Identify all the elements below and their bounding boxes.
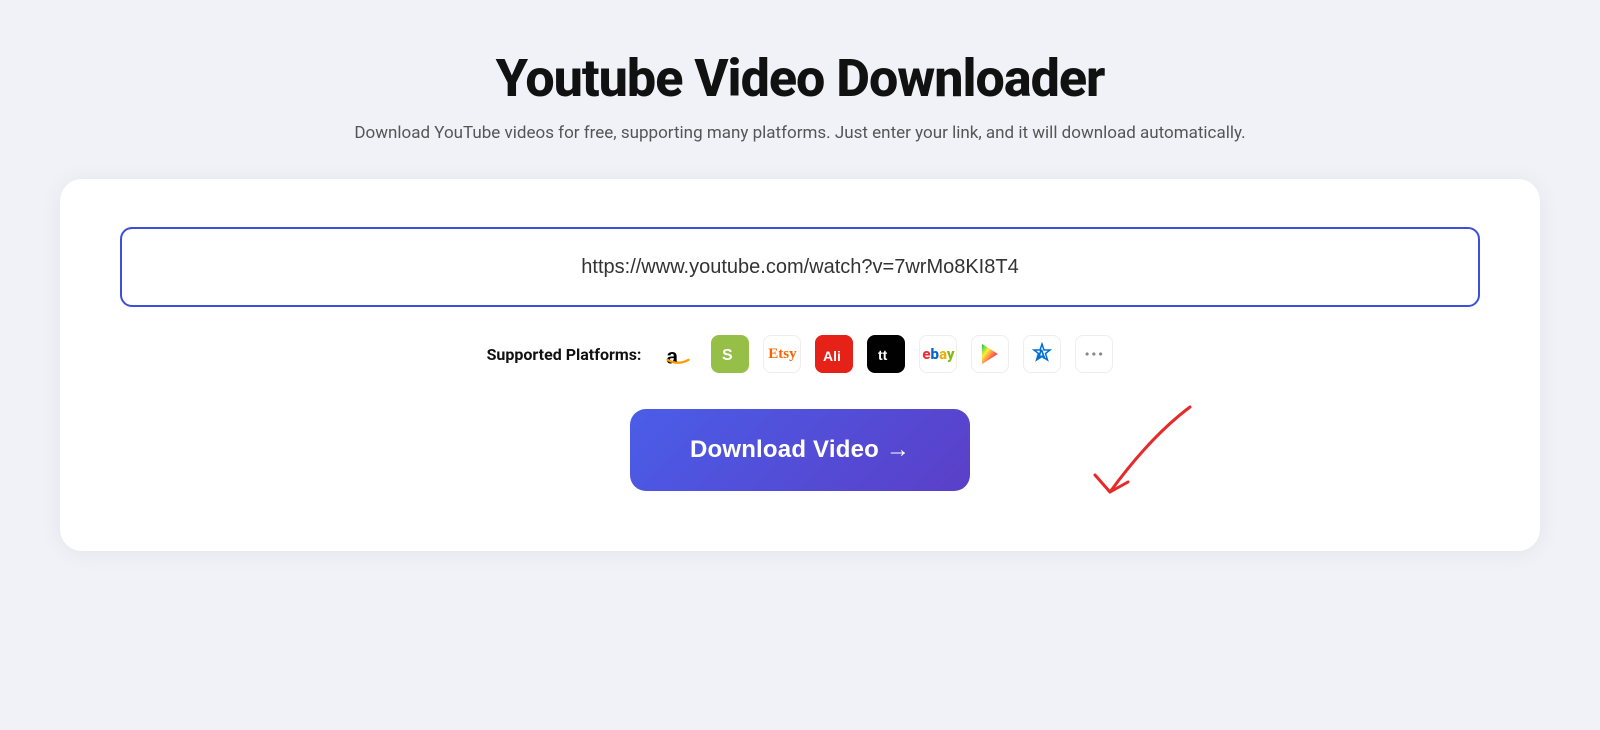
platform-etsy-icon: Etsy	[763, 335, 801, 373]
page-subtitle: Download YouTube videos for free, suppor…	[354, 123, 1245, 143]
svg-text:a: a	[667, 345, 679, 368]
svg-text:A: A	[1037, 348, 1046, 363]
page-title: Youtube Video Downloader	[496, 48, 1105, 109]
arrow-annotation	[1070, 397, 1230, 521]
platform-more-icon: ···	[1075, 335, 1113, 373]
platform-appstore-icon: A	[1023, 335, 1061, 373]
platform-google-play-icon	[971, 335, 1009, 373]
platform-aliexpress-icon: Ali	[815, 335, 853, 373]
platform-amazon-icon: a	[659, 335, 697, 373]
svg-text:Ali: Ali	[823, 348, 841, 364]
platforms-label: Supported Platforms:	[487, 345, 642, 364]
url-input[interactable]	[120, 227, 1480, 307]
platform-ebay-icon: ebay	[919, 335, 957, 373]
platform-tiktok-icon: tt	[867, 335, 905, 373]
main-card: Supported Platforms: a S Etsy Ali	[60, 179, 1540, 551]
svg-text:tt: tt	[878, 347, 888, 363]
platform-shopify-icon: S	[711, 335, 749, 373]
download-video-button[interactable]: Download Video →	[630, 409, 970, 491]
platforms-row: Supported Platforms: a S Etsy Ali	[487, 335, 1114, 373]
svg-text:S: S	[722, 347, 733, 364]
